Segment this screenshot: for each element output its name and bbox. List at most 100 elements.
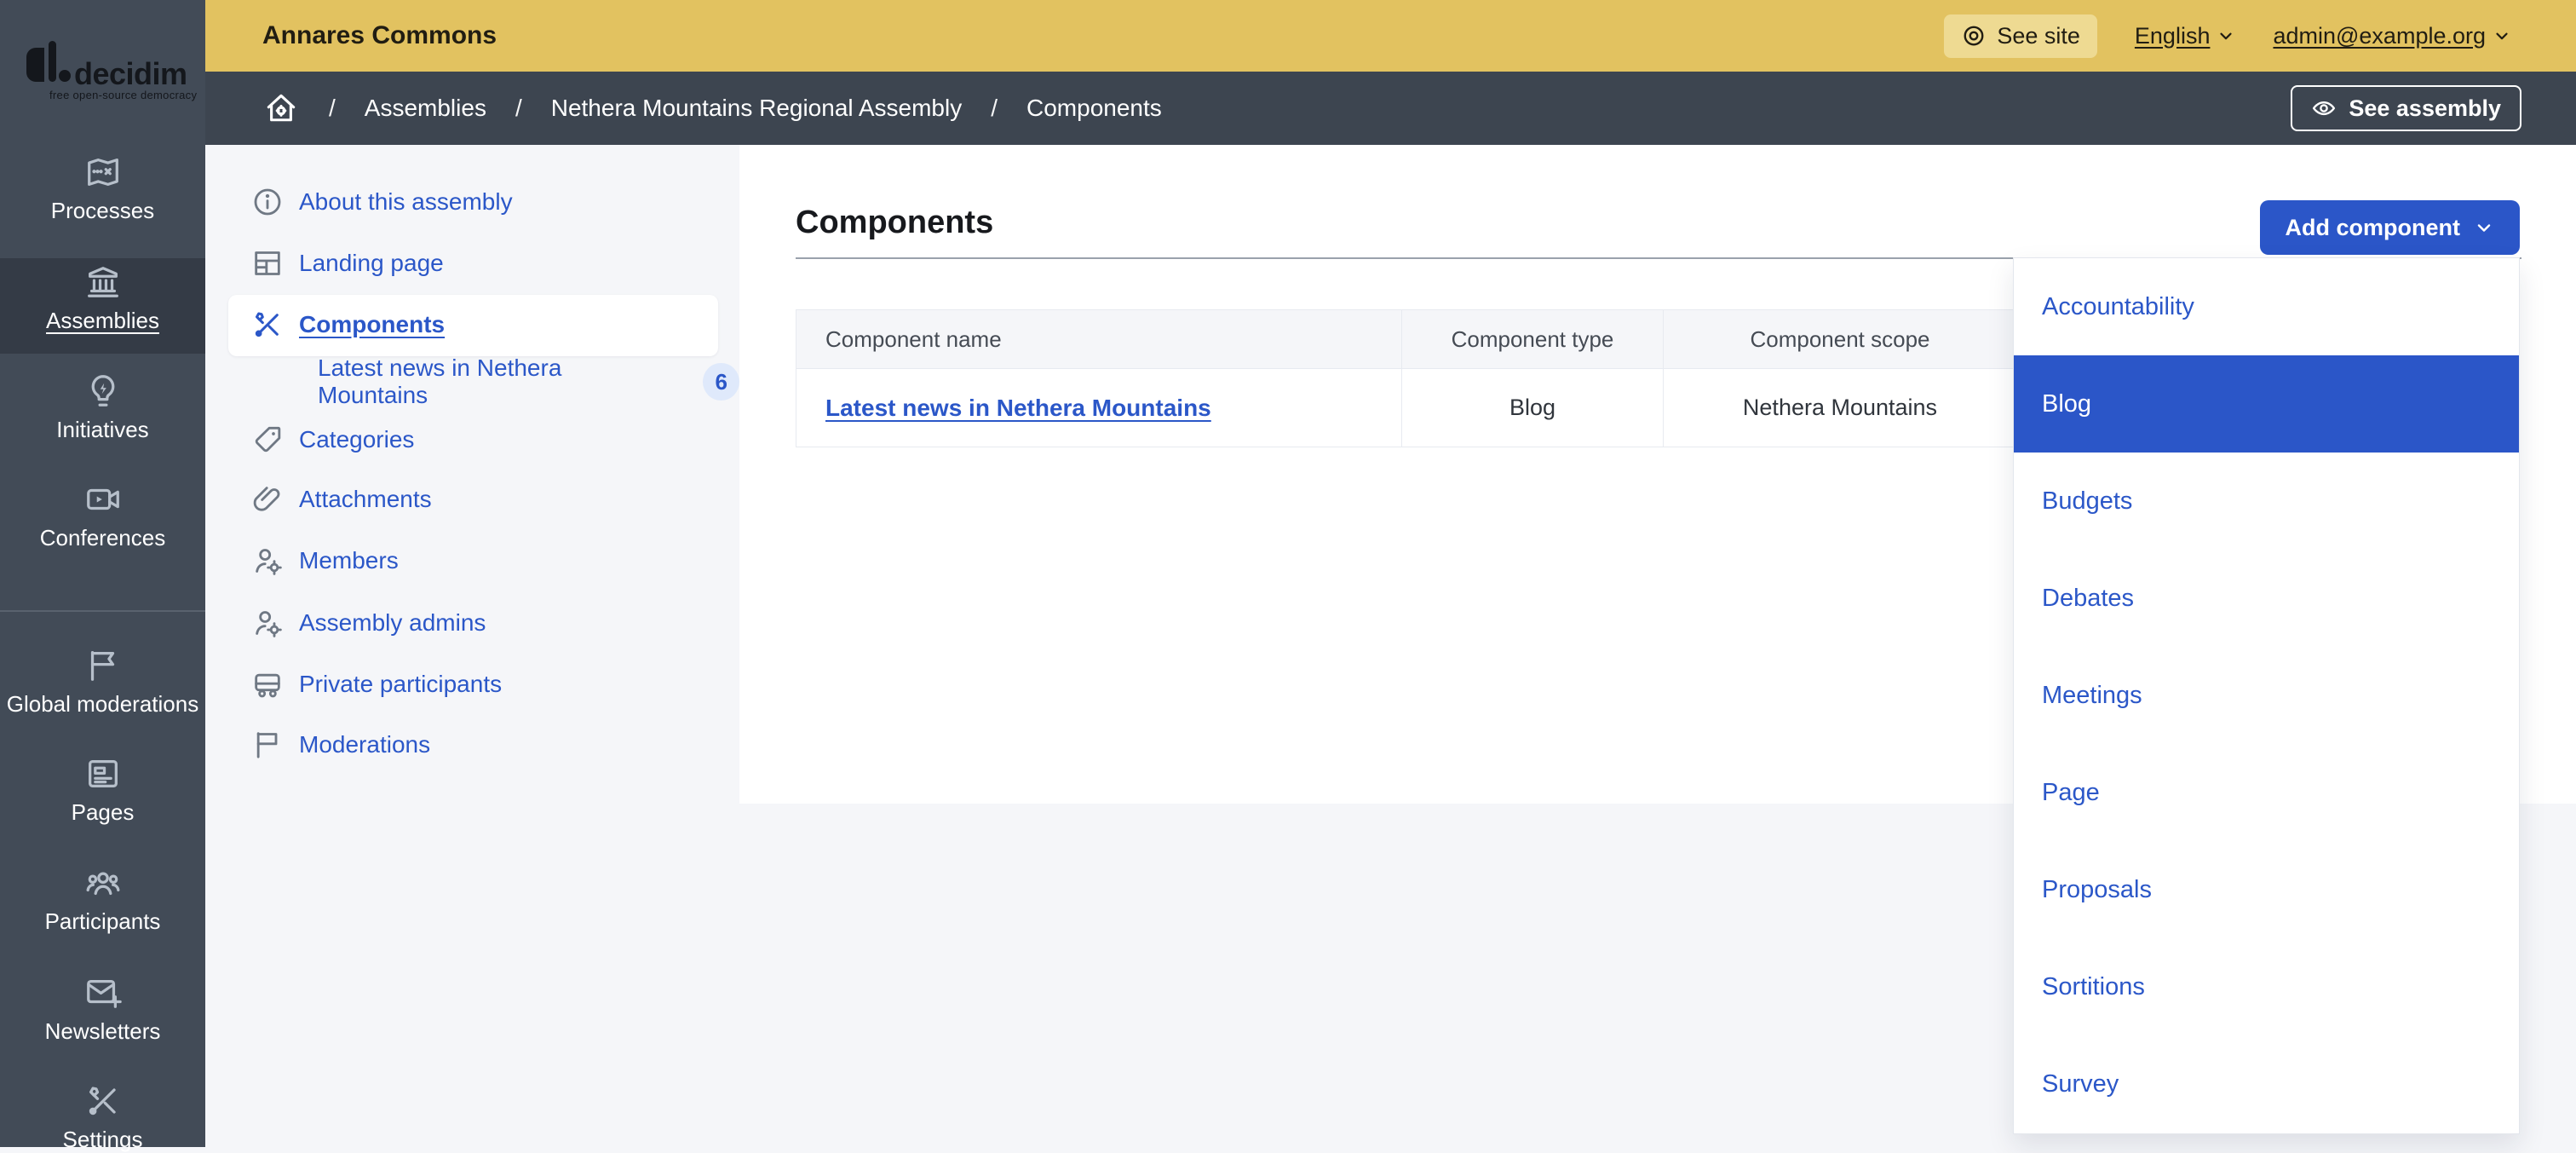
column-header-type: Component type: [1402, 310, 1664, 368]
breadcrumb-separator: /: [515, 95, 522, 122]
nav-about-assembly[interactable]: About this assembly: [205, 183, 739, 221]
decidim-logo-text: decidim: [74, 56, 187, 92]
component-count-badge: 6: [703, 363, 739, 401]
flag-icon: [250, 728, 285, 762]
sidebar-item-assemblies[interactable]: Assemblies: [0, 258, 205, 354]
breadcrumb-separator: /: [329, 95, 336, 122]
add-component-button[interactable]: Add component: [2260, 200, 2520, 255]
column-header-name: Component name: [796, 310, 1402, 368]
group-bus-icon: [250, 667, 285, 701]
bank-icon: [83, 262, 123, 302]
breadcrumb-assembly-name[interactable]: Nethera Mountains Regional Assembly: [551, 95, 962, 122]
nav-item-label: Latest news in Nethera Mountains: [318, 355, 666, 409]
eye-circle-icon: [1961, 23, 1987, 49]
see-assembly-button[interactable]: See assembly: [2291, 85, 2521, 131]
tag-icon: [250, 423, 285, 457]
breadcrumb-components[interactable]: Components: [1026, 95, 1162, 122]
dropdown-item-survey[interactable]: Survey: [2014, 1036, 2519, 1133]
organization-title: Annares Commons: [262, 0, 497, 72]
decidim-logo-mark: [26, 41, 72, 89]
nav-item-label: Categories: [299, 426, 414, 453]
nav-members[interactable]: Members: [205, 542, 739, 579]
nav-item-label: Attachments: [299, 486, 432, 513]
column-header-scope: Component scope: [1664, 310, 2017, 368]
language-label: English: [2135, 23, 2211, 49]
people-icon: [83, 863, 123, 902]
layout-grid-icon: [250, 246, 285, 280]
nav-landing-page[interactable]: Landing page: [205, 245, 739, 282]
tools-icon: [250, 308, 285, 342]
sidebar-item-processes[interactable]: Processes: [0, 153, 205, 224]
sidebar-item-label: Initiatives: [0, 417, 205, 443]
component-name-cell: Latest news in Nethera Mountains: [796, 369, 1402, 447]
sidebar-item-conferences[interactable]: Conferences: [0, 480, 205, 551]
chevron-down-icon: [2474, 217, 2494, 238]
nav-components[interactable]: Components: [205, 306, 739, 343]
dropdown-item-page[interactable]: Page: [2014, 745, 2519, 842]
account-menu[interactable]: admin@example.org: [2273, 23, 2511, 49]
nav-item-label: About this assembly: [299, 188, 513, 216]
chevron-down-icon: [2217, 26, 2235, 45]
nav-private-participants[interactable]: Private participants: [205, 666, 739, 703]
nav-assembly-admins[interactable]: Assembly admins: [205, 604, 739, 642]
component-scope-cell: Nethera Mountains: [1664, 369, 2017, 447]
sidebar-item-global-moderations[interactable]: Global moderations: [0, 646, 205, 718]
nav-attachments[interactable]: Attachments: [205, 481, 739, 518]
flag-icon: [83, 646, 123, 685]
page-layout-icon: [83, 754, 123, 793]
nav-moderations[interactable]: Moderations: [205, 726, 739, 764]
sidebar-item-newsletters[interactable]: Newsletters: [0, 973, 205, 1045]
dropdown-item-meetings[interactable]: Meetings: [2014, 647, 2519, 744]
component-type-cell: Blog: [1402, 369, 1664, 447]
nav-item-label: Assembly admins: [299, 609, 486, 637]
decidim-tagline: free open-source democracy: [49, 89, 197, 101]
sidebar-item-label: Processes: [0, 198, 205, 224]
nav-item-label: Landing page: [299, 250, 444, 277]
dropdown-item-debates[interactable]: Debates: [2014, 550, 2519, 647]
sidebar-item-label: Settings: [0, 1127, 205, 1153]
sidebar-item-label: Newsletters: [0, 1018, 205, 1045]
see-site-button[interactable]: See site: [1944, 14, 2097, 58]
top-bar: Annares Commons See site English admin@e…: [205, 0, 2576, 72]
sidebar-item-label: Conferences: [0, 525, 205, 551]
breadcrumb: / Assemblies / Nethera Mountains Regiona…: [205, 72, 2576, 145]
sidebar-item-pages[interactable]: Pages: [0, 754, 205, 826]
dropdown-item-blog[interactable]: Blog: [2014, 355, 2519, 453]
user-gear-icon: [250, 606, 285, 640]
nav-item-label: Moderations: [299, 731, 430, 758]
account-email: admin@example.org: [2273, 23, 2486, 49]
dropdown-item-budgets[interactable]: Budgets: [2014, 453, 2519, 550]
sidebar-divider: [0, 610, 205, 612]
user-gear-icon: [250, 544, 285, 578]
video-camera-icon: [83, 480, 123, 519]
dropdown-item-accountability[interactable]: Accountability: [2014, 258, 2519, 355]
sidebar-item-participants[interactable]: Participants: [0, 863, 205, 935]
sidebar-item-settings[interactable]: Settings: [0, 1081, 205, 1153]
sidebar-item-initiatives[interactable]: Initiatives: [0, 372, 205, 443]
see-site-label: See site: [1997, 23, 2080, 49]
decidim-logo: decidim free open-source democracy: [26, 36, 197, 104]
sidebar-item-label: Global moderations: [0, 691, 205, 718]
add-component-dropdown: Accountability Blog Budgets Debates Meet…: [2013, 257, 2520, 1134]
component-link[interactable]: Latest news in Nethera Mountains: [825, 395, 1211, 422]
nav-component-latest-news[interactable]: Latest news in Nethera Mountains 6: [205, 363, 739, 401]
nav-item-label: Members: [299, 547, 399, 574]
breadcrumb-assemblies[interactable]: Assemblies: [365, 95, 486, 122]
tools-icon: [83, 1081, 123, 1121]
breadcrumb-separator: /: [991, 95, 998, 122]
language-selector[interactable]: English: [2135, 23, 2236, 49]
nav-item-label: Components: [299, 311, 445, 338]
dropdown-item-sortitions[interactable]: Sortitions: [2014, 939, 2519, 1036]
admin-sidebar: Processes Assemblies Initiatives Confere…: [0, 0, 205, 1147]
see-assembly-label: See assembly: [2349, 95, 2501, 122]
nav-item-label: Private participants: [299, 671, 502, 698]
home-icon[interactable]: [262, 89, 300, 127]
nav-categories[interactable]: Categories: [205, 421, 739, 458]
add-component-label: Add component: [2286, 215, 2460, 241]
top-bar-actions: See site English admin@example.org: [1944, 0, 2511, 72]
lightbulb-icon: [83, 372, 123, 411]
dropdown-item-proposals[interactable]: Proposals: [2014, 842, 2519, 939]
sidebar-item-label: Assemblies: [0, 308, 205, 334]
paperclip-icon: [250, 482, 285, 516]
page-title: Components: [796, 205, 993, 241]
